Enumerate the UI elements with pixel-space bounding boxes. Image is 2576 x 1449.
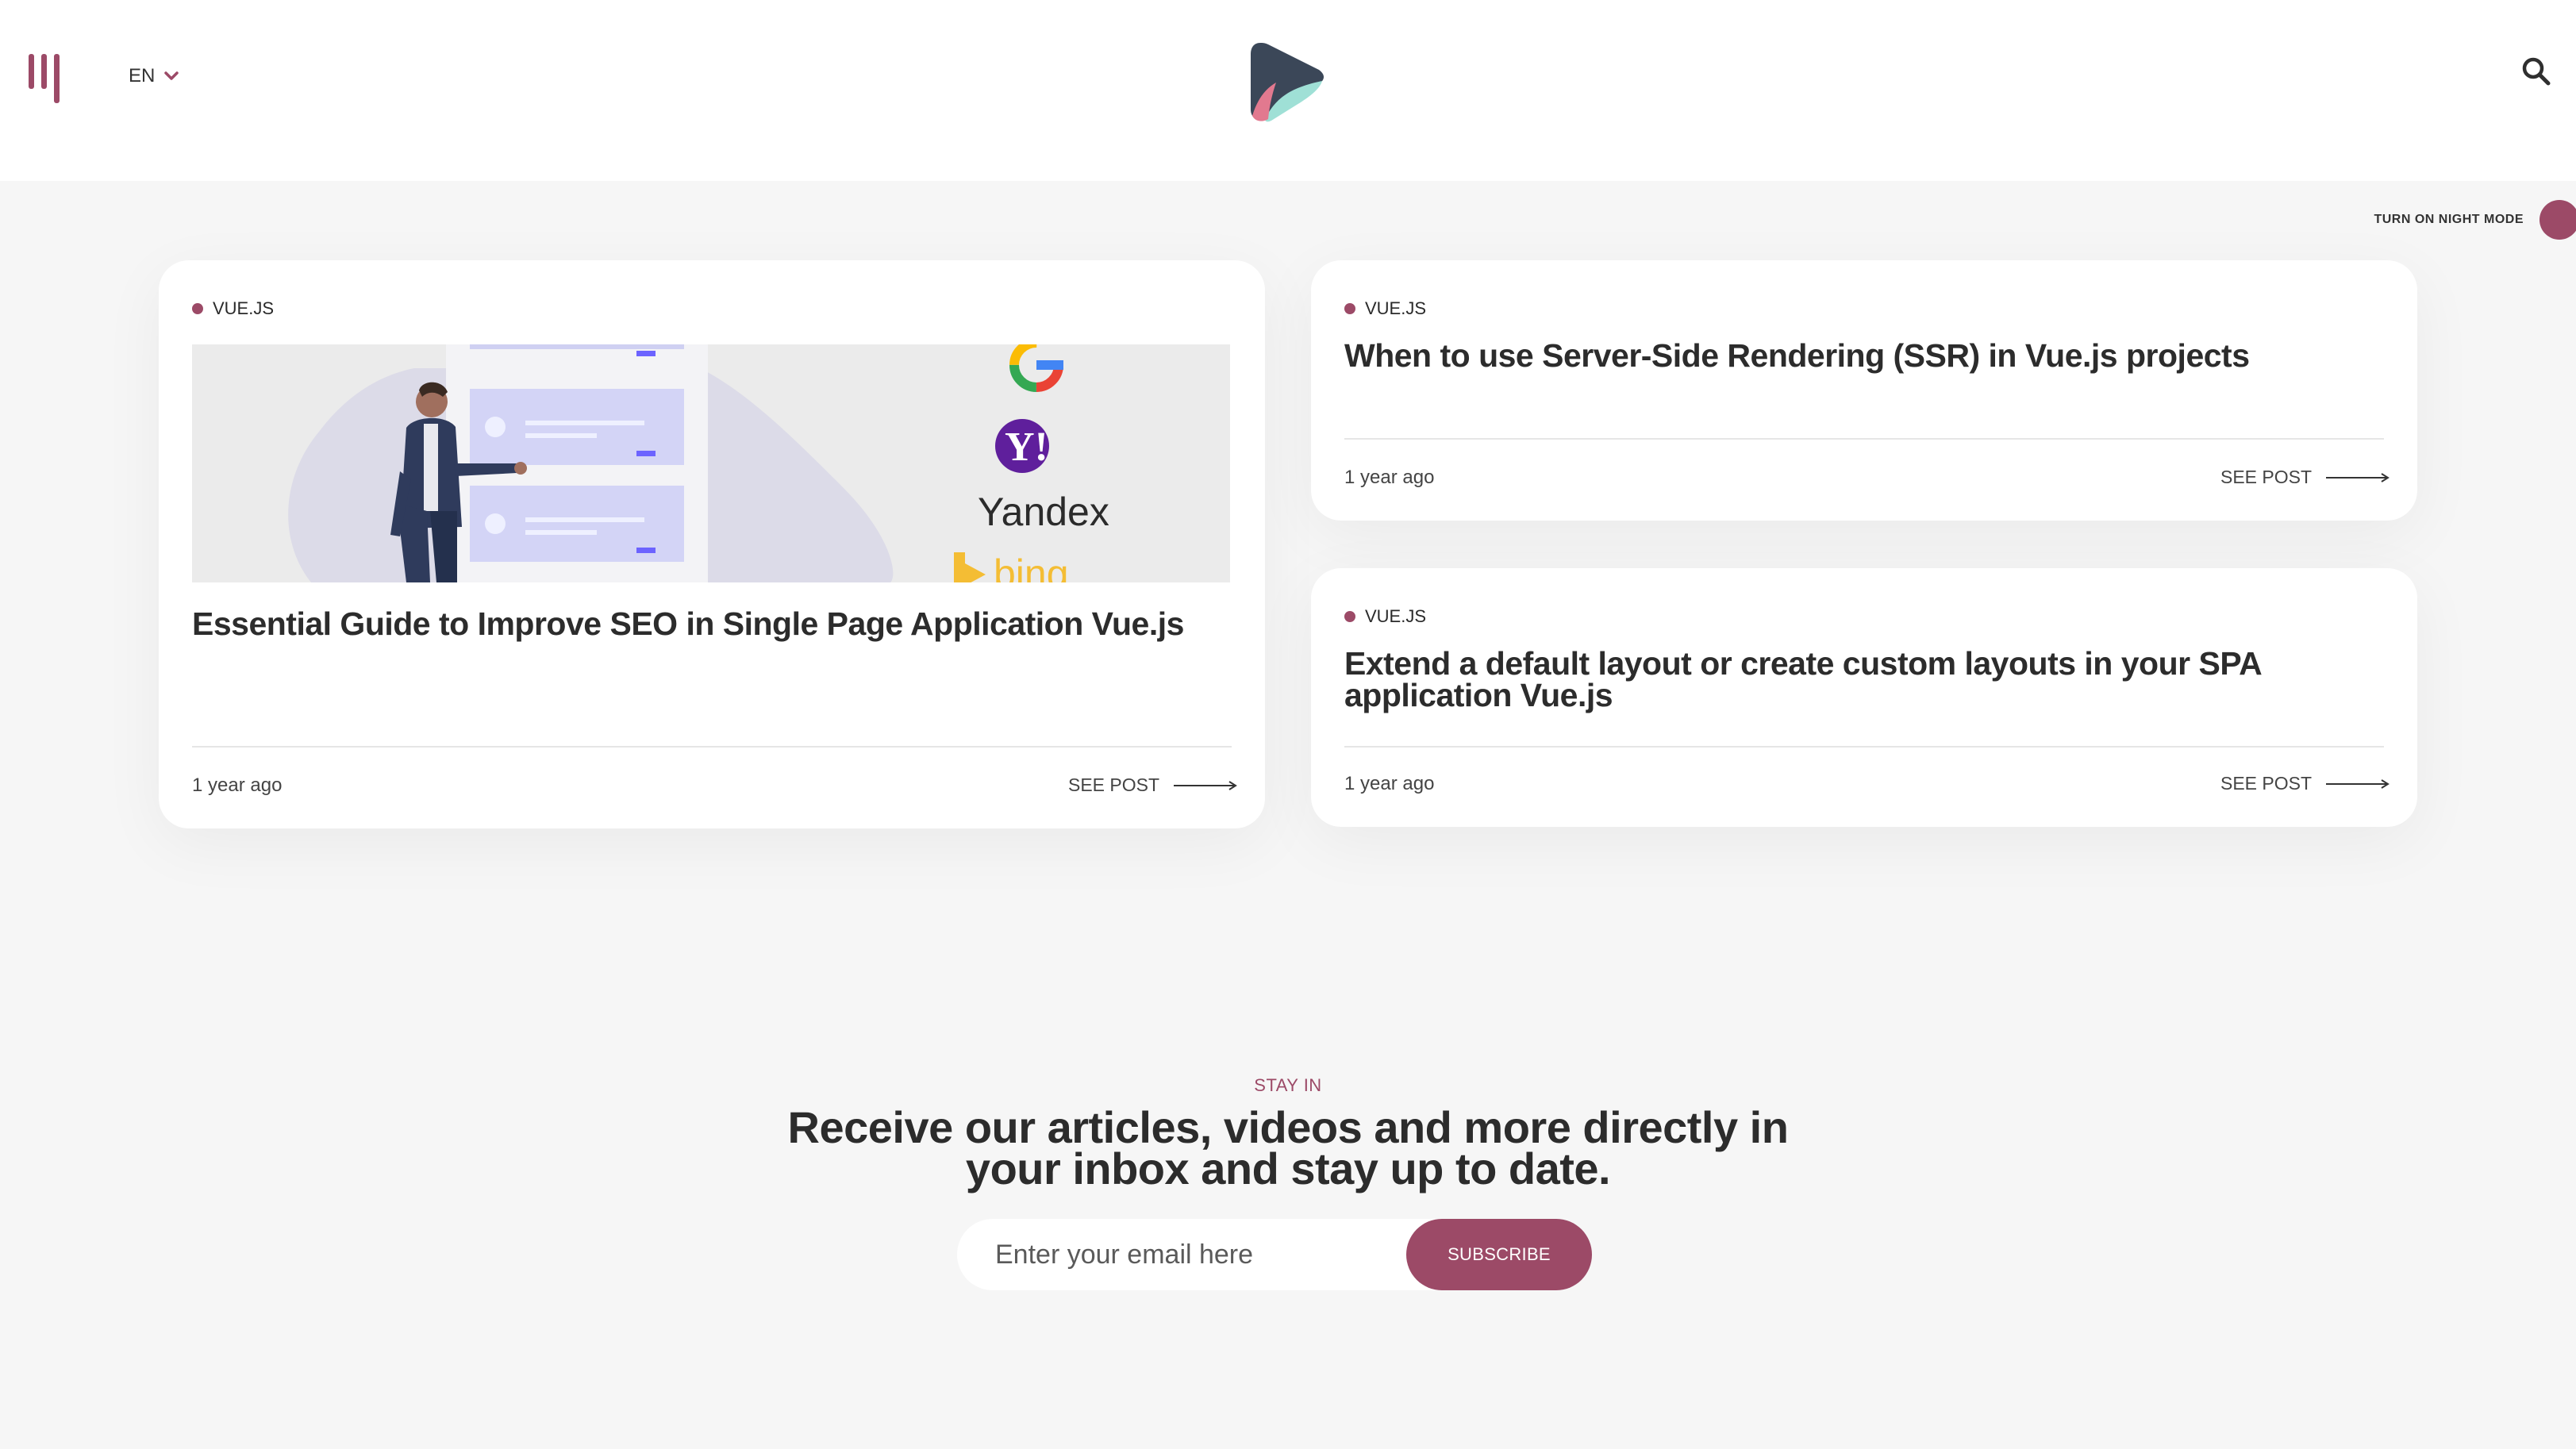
language-label: EN	[129, 65, 156, 86]
seo-illustration: Y! Yandex bing	[192, 344, 1230, 582]
post-category-tag[interactable]: VUE.JS	[192, 298, 274, 319]
tag-label: VUE.JS	[1365, 606, 1427, 626]
post-title[interactable]: Essential Guide to Improve SEO in Single…	[192, 608, 1248, 640]
see-post-link[interactable]: SEE POST	[1068, 774, 1237, 796]
see-post-link[interactable]: SEE POST	[2220, 467, 2390, 488]
arrow-right-icon	[1174, 780, 1237, 790]
newsletter-eyebrow: STAY IN	[1254, 1075, 1322, 1095]
headline-line-1: Receive our articles, videos and more di…	[787, 1102, 1789, 1152]
yahoo-logo-text: Y!	[1005, 425, 1048, 470]
tag-dot	[1344, 611, 1355, 622]
yandex-logo-text: Yandex	[978, 490, 1109, 534]
email-input[interactable]	[957, 1219, 1449, 1290]
post-card-featured[interactable]: VUE.JS Y! Yandex bing Essential Guide to…	[159, 260, 1265, 828]
arrow-right-icon	[2326, 778, 2390, 789]
chevron-down-icon	[164, 71, 179, 80]
post-title[interactable]: When to use Server-Side Rendering (SSR) …	[1344, 340, 2384, 372]
menu-bars-icon[interactable]	[29, 51, 63, 103]
night-mode-label: TURN ON NIGHT MODE	[2374, 213, 2524, 226]
card-divider	[192, 746, 1232, 748]
tag-dot	[1344, 303, 1355, 314]
post-card[interactable]: VUE.JS Extend a default layout or create…	[1311, 568, 2417, 827]
language-selector[interactable]: EN	[129, 63, 179, 89]
night-mode-toggle[interactable]: TURN ON NIGHT MODE	[2374, 200, 2576, 240]
tag-label: VUE.JS	[1365, 298, 1427, 318]
site-header: EN	[0, 0, 2576, 181]
see-post-link[interactable]: SEE POST	[2220, 773, 2390, 794]
post-category-tag[interactable]: VUE.JS	[1344, 606, 1426, 627]
subscribe-button[interactable]: SUBSCRIBE	[1406, 1219, 1592, 1290]
post-category-tag[interactable]: VUE.JS	[1344, 298, 1426, 319]
post-title-line-2[interactable]: application Vue.js	[1344, 679, 2400, 712]
see-post-label: SEE POST	[2220, 467, 2313, 487]
bing-logo-text: bing	[994, 552, 1069, 582]
card-divider	[1344, 438, 2384, 440]
headline-line-2: your inbox and stay up to date.	[965, 1143, 1611, 1193]
card-divider	[1344, 746, 2384, 748]
play-logo[interactable]	[1249, 40, 1325, 124]
tag-label: VUE.JS	[213, 298, 275, 318]
post-title-line-1[interactable]: Extend a default layout or create custom…	[1344, 648, 2400, 680]
post-card[interactable]: VUE.JS When to use Server-Side Rendering…	[1311, 260, 2417, 521]
post-date: 1 year ago	[1344, 467, 1435, 488]
newsletter-headline: Receive our articles, videos and more di…	[0, 1102, 2576, 1193]
newsletter-section: STAY IN Receive our articles, videos and…	[0, 1075, 2576, 1193]
arrow-right-icon	[2326, 472, 2390, 482]
post-date: 1 year ago	[1344, 773, 1435, 794]
see-post-label: SEE POST	[1068, 774, 1160, 795]
tag-dot	[192, 303, 203, 314]
post-date: 1 year ago	[192, 774, 283, 796]
search-icon[interactable]	[2520, 56, 2552, 87]
post-thumbnail[interactable]: Y! Yandex bing	[192, 344, 1230, 582]
night-mode-switch[interactable]	[2539, 200, 2576, 240]
see-post-label: SEE POST	[2220, 773, 2313, 794]
subscribe-form: SUBSCRIBE	[957, 1219, 1592, 1290]
